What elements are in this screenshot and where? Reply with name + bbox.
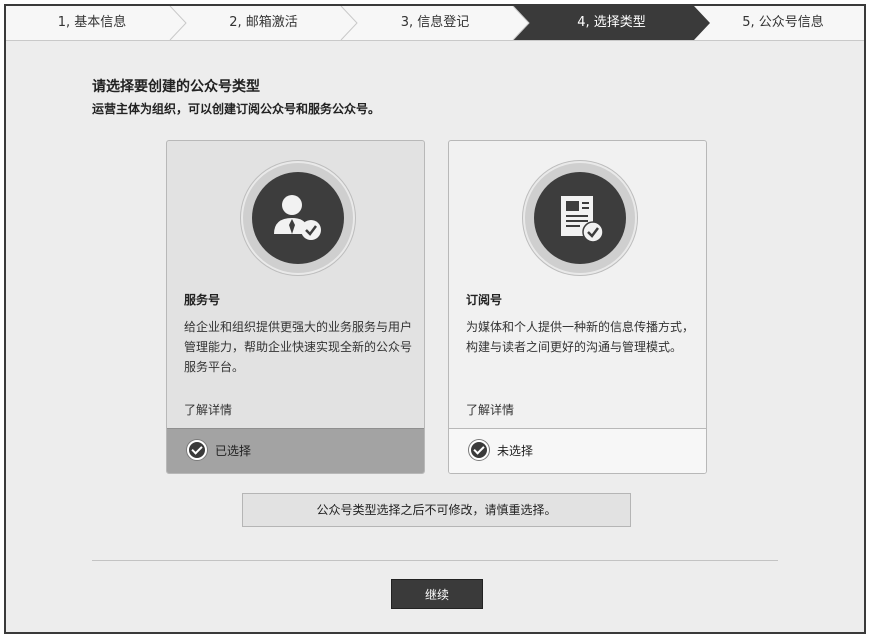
step-basic-info: 1, 基本信息 [57, 15, 127, 30]
subscription-account-card[interactable]: 订阅号 为媒体和个人提供一种新的信息传播方式，构建与读者之间更好的沟通与管理模式… [448, 140, 707, 474]
step-select-type: 4, 选择类型 [577, 15, 646, 30]
subscription-card-title: 订阅号 [466, 293, 503, 307]
step-progress-bar: 1, 基本信息 2, 邮箱激活 3, 信息登记 4, 选择类型 5, 公众号信息 [6, 6, 864, 41]
service-select-status: 已选择 [215, 444, 252, 458]
continue-button[interactable]: 继续 [391, 579, 483, 609]
subscription-card-description: 为媒体和个人提供一种新的信息传播方式，构建与读者之间更好的沟通与管理模式。 [466, 320, 695, 354]
subscription-select-footer[interactable]: 未选择 [449, 428, 706, 473]
service-icon-circle [241, 161, 355, 275]
subscription-select-status: 未选择 [497, 444, 534, 458]
registration-window: 1, 基本信息 2, 邮箱激活 3, 信息登记 4, 选择类型 5, 公众号信息… [4, 4, 866, 634]
subscription-learn-more-link[interactable]: 了解详情 [466, 401, 514, 418]
check-circle-icon [187, 440, 207, 460]
page-subtitle: 运营主体为组织，可以创建订阅公众号和服务公众号。 [92, 102, 381, 116]
step-info-registration: 3, 信息登记 [400, 15, 470, 30]
step-account-info: 5, 公众号信息 [742, 15, 824, 30]
page-title: 请选择要创建的公众号类型 [92, 79, 260, 95]
service-card-description: 给企业和组织提供更强大的业务服务与用户管理能力，帮助企业快速实现全新的公众号服务… [184, 320, 413, 374]
step-email-activation: 2, 邮箱激活 [229, 15, 298, 30]
service-select-footer[interactable]: 已选择 [167, 428, 424, 473]
service-learn-more-link[interactable]: 了解详情 [184, 401, 232, 418]
irreversible-notice: 公众号类型选择之后不可修改，请慎重选择。 [242, 493, 631, 527]
service-card-title: 服务号 [184, 293, 221, 307]
check-circle-icon [469, 440, 489, 460]
subscription-document-icon [534, 172, 626, 264]
service-account-card[interactable]: 服务号 给企业和组织提供更强大的业务服务与用户管理能力，帮助企业快速实现全新的公… [166, 140, 425, 474]
service-user-icon [252, 172, 344, 264]
divider [92, 560, 778, 561]
subscription-icon-circle [523, 161, 637, 275]
